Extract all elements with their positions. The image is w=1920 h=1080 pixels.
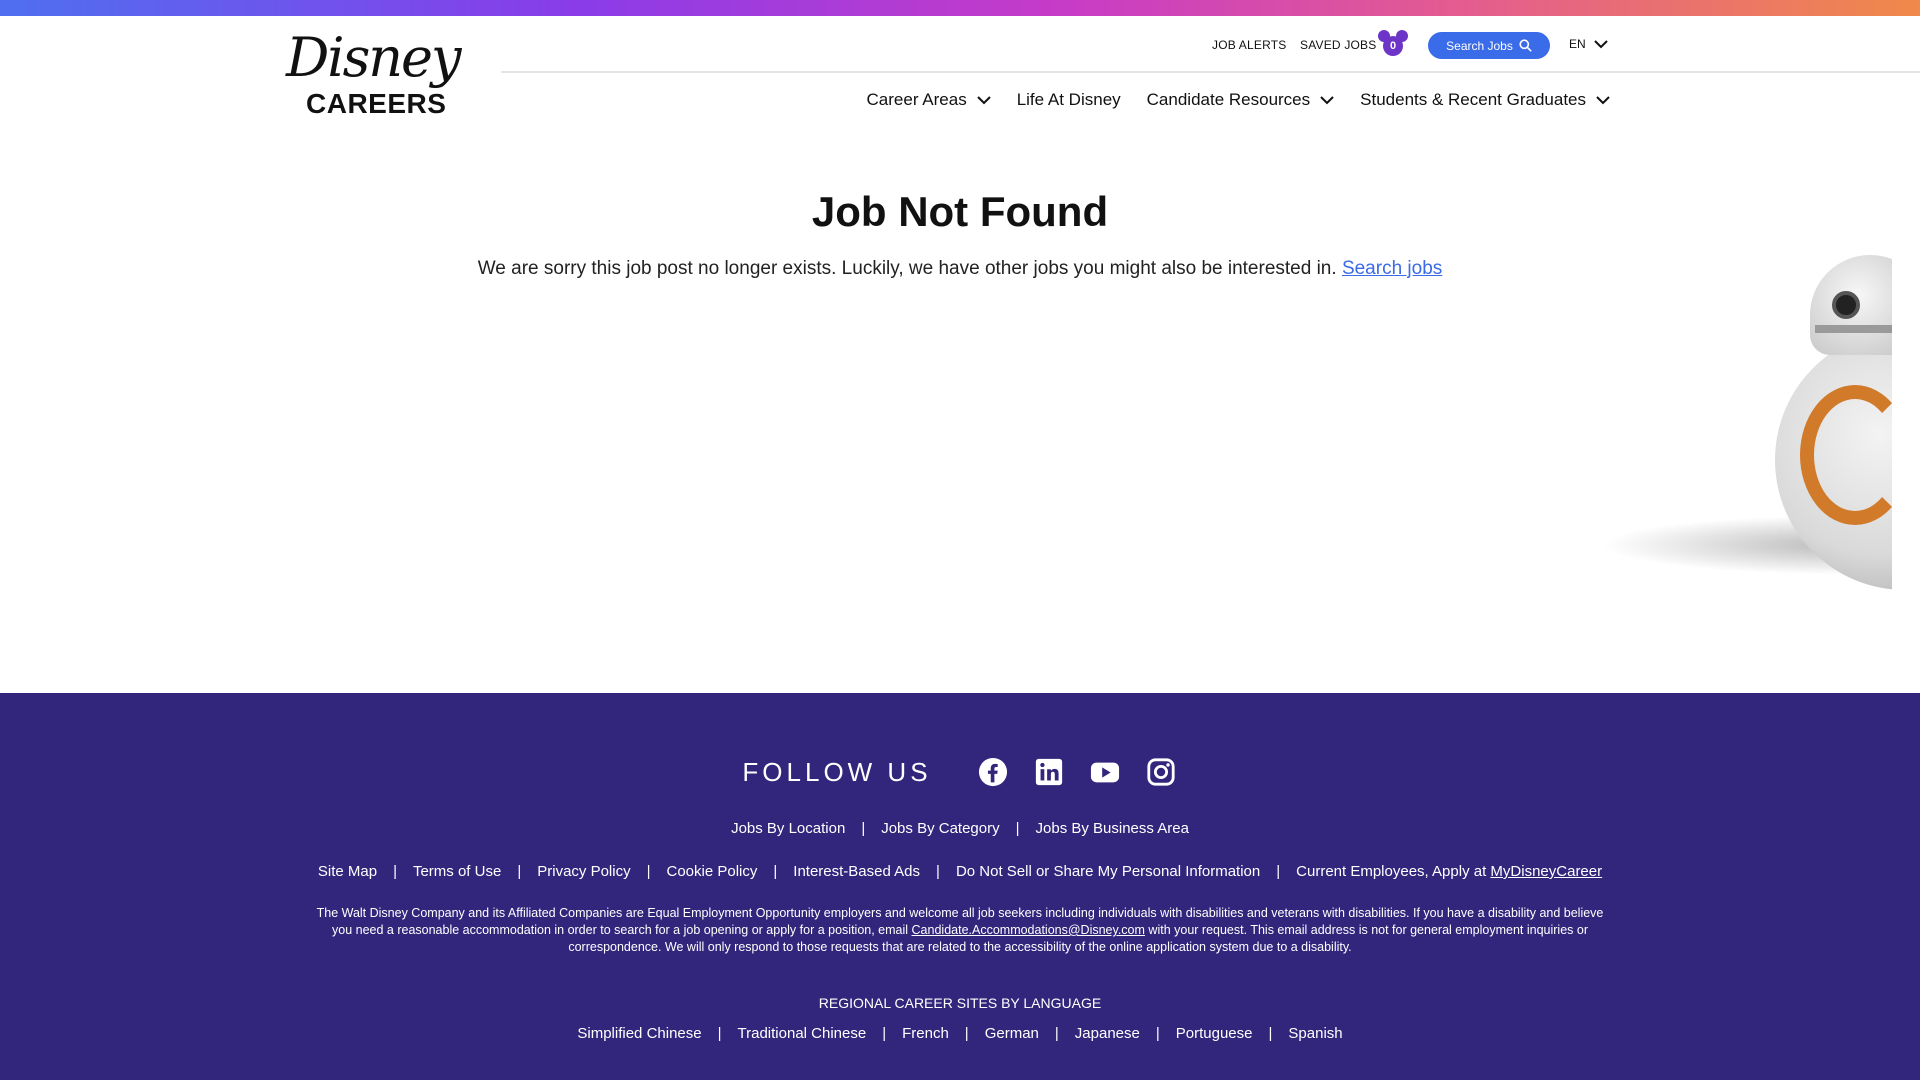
logo-careers-text: CAREERS — [306, 88, 447, 119]
separator: | — [717, 1025, 722, 1042]
chevron-down-icon — [1593, 40, 1608, 49]
saved-jobs-link[interactable]: SAVED JOBS — [1300, 38, 1376, 52]
saved-jobs-mickey-icon[interactable]: 0 — [1378, 30, 1408, 56]
nav-item-label: Career Areas — [866, 90, 967, 109]
chevron-down-icon — [1320, 96, 1334, 105]
logo-disney-text: Disney — [286, 26, 462, 89]
jobs-by-category-link[interactable]: Jobs By Category — [881, 820, 999, 837]
separator: | — [393, 863, 397, 880]
follow-us-row: FOLLOW US — [0, 755, 1920, 789]
jobs-by-business-area-link[interactable]: Jobs By Business Area — [1036, 820, 1189, 837]
separator: | — [646, 863, 651, 880]
separator: | — [861, 820, 866, 837]
site-footer: FOLLOW US Jobs By Location | Jobs By Cat… — [0, 693, 1920, 1080]
privacy-policy-link[interactable]: Privacy Policy — [537, 863, 630, 880]
not-found-text: We are sorry this job post no longer exi… — [477, 258, 1337, 279]
separator: | — [1054, 1025, 1059, 1042]
language-link-german[interactable]: German — [985, 1025, 1039, 1042]
separator: | — [517, 863, 522, 880]
nav-candidate-resources[interactable]: Candidate Resources — [1147, 90, 1334, 110]
nav-life-at-disney[interactable]: Life At Disney — [1017, 90, 1121, 110]
separator: | — [1268, 1025, 1273, 1042]
language-link-traditional-chinese[interactable]: Traditional Chinese — [738, 1025, 867, 1042]
separator: | — [1015, 820, 1020, 837]
separator: | — [936, 863, 940, 880]
legal-links-row: Site Map | Terms of Use | Privacy Policy… — [0, 863, 1920, 880]
do-not-sell-link[interactable]: Do Not Sell or Share My Personal Informa… — [956, 863, 1260, 880]
current-employees-text: Current Employees, Apply at — [1296, 863, 1487, 880]
instagram-icon[interactable] — [1144, 755, 1178, 789]
follow-us-title: FOLLOW US — [742, 756, 932, 787]
top-gradient-bar — [0, 0, 1920, 16]
site-map-link[interactable]: Site Map — [318, 863, 377, 880]
accommodations-email-link[interactable]: Candidate.Accommodations@Disney.com — [912, 923, 1145, 937]
regional-sites-title: REGIONAL CAREER SITES BY LANGUAGE — [818, 995, 1102, 1011]
terms-of-use-link[interactable]: Terms of Use — [413, 863, 501, 880]
chevron-down-icon — [1596, 96, 1610, 105]
language-selector[interactable]: EN — [1569, 37, 1608, 51]
bb8-droid-image — [1600, 255, 1892, 593]
nav-item-label: Candidate Resources — [1146, 90, 1311, 109]
jobs-links-row: Jobs By Location | Jobs By Category | Jo… — [0, 820, 1920, 837]
language-link-french[interactable]: French — [902, 1025, 949, 1042]
nav-career-areas[interactable]: Career Areas — [867, 90, 991, 110]
language-link-portuguese[interactable]: Portuguese — [1176, 1025, 1253, 1042]
eeo-disclaimer: The Walt Disney Company and its Affiliat… — [310, 905, 1610, 956]
search-jobs-button[interactable]: Search Jobs — [1428, 32, 1550, 59]
regional-languages-row: Simplified Chinese | Traditional Chinese… — [0, 1025, 1920, 1042]
separator: | — [773, 863, 778, 880]
interest-based-ads-link[interactable]: Interest-Based Ads — [793, 863, 920, 880]
droid-band — [1815, 325, 1892, 333]
nav-item-label: Students & Recent Graduates — [1360, 90, 1586, 109]
search-icon — [1519, 39, 1532, 52]
separator: | — [964, 1025, 969, 1042]
nav-item-label: Life At Disney — [1016, 90, 1121, 109]
droid-eye — [1832, 291, 1860, 319]
main-nav: Career Areas Life At Disney Candidate Re… — [867, 90, 1610, 110]
separator: | — [882, 1025, 887, 1042]
job-alerts-link[interactable]: JOB ALERTS — [1212, 38, 1286, 52]
linkedin-icon[interactable] — [1032, 755, 1066, 789]
saved-jobs-count: 0 — [1383, 36, 1403, 56]
mydisneycareer-link[interactable]: MyDisneyCareer — [1490, 863, 1602, 880]
language-label: EN — [1569, 37, 1586, 51]
separator: | — [1155, 1025, 1160, 1042]
disney-careers-logo[interactable]: Disney CAREERS — [286, 26, 462, 122]
chevron-down-icon — [976, 96, 991, 105]
language-link-japanese[interactable]: Japanese — [1075, 1025, 1140, 1042]
search-jobs-link[interactable]: Search jobs — [1342, 258, 1442, 279]
facebook-icon[interactable] — [976, 755, 1010, 789]
search-jobs-label: Search Jobs — [1446, 38, 1513, 53]
nav-students-graduates[interactable]: Students & Recent Graduates — [1360, 90, 1610, 110]
jobs-by-location-link[interactable]: Jobs By Location — [731, 820, 845, 837]
youtube-icon[interactable] — [1088, 755, 1122, 789]
language-link-spanish[interactable]: Spanish — [1288, 1025, 1342, 1042]
page-title: Job Not Found — [811, 188, 1109, 235]
header-divider — [501, 71, 1920, 73]
separator: | — [1276, 863, 1281, 880]
cookie-policy-link[interactable]: Cookie Policy — [667, 863, 758, 880]
language-link-simplified-chinese[interactable]: Simplified Chinese — [577, 1025, 701, 1042]
